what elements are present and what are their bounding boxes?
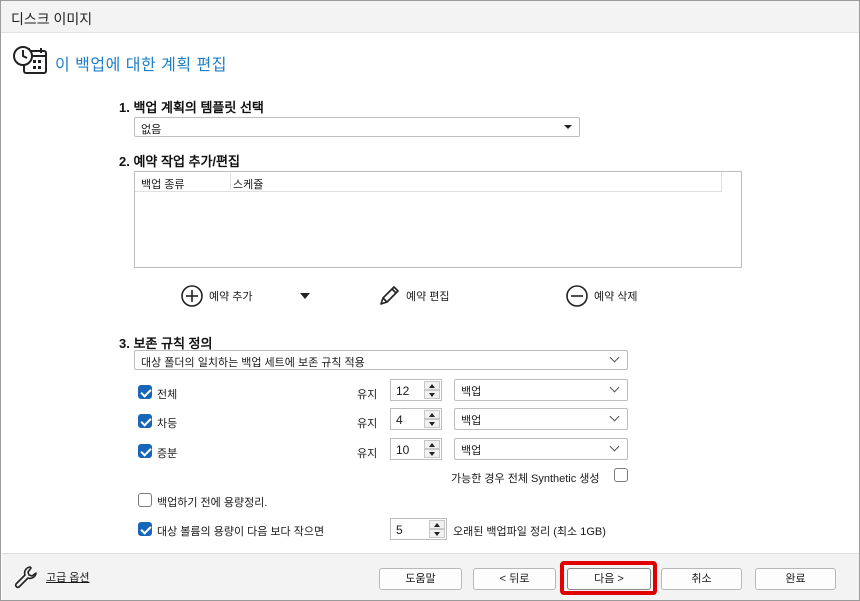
differential-count-value: 4 — [396, 413, 403, 427]
chevron-down-icon — [609, 411, 620, 422]
incremental-backup-checkbox[interactable] — [138, 444, 152, 458]
title-bar: 디스크 이미지 — [1, 1, 859, 33]
incremental-backup-label: 증분 — [157, 448, 178, 460]
chevron-down-icon — [609, 352, 620, 363]
full-count-up-button[interactable] — [424, 381, 440, 390]
differential-backup-checkbox[interactable] — [138, 414, 152, 428]
dropdown-arrow-icon — [564, 125, 572, 129]
page-title: 이 백업에 대한 계획 편집 — [55, 57, 227, 74]
full-backup-label: 전체 — [157, 389, 178, 401]
schedule-list[interactable]: 백업 종류 스케쥴 — [134, 171, 742, 268]
differential-count-up-button[interactable] — [424, 410, 440, 419]
synthetic-full-label: 가능한 경우 전체 Synthetic 생성 — [451, 473, 600, 485]
template-select-value: 없음 — [141, 124, 162, 136]
add-schedule-label: 예약 추가 — [209, 291, 253, 303]
cleanup-before-backup-checkbox[interactable] — [138, 493, 152, 507]
chevron-down-icon — [609, 382, 620, 393]
incremental-count-up-button[interactable] — [424, 440, 440, 449]
volume-threshold-down-button[interactable] — [429, 529, 445, 538]
full-count-down-button[interactable] — [424, 390, 440, 399]
differential-keep-label: 유지 — [357, 418, 378, 430]
delete-schedule-label: 예약 삭제 — [594, 291, 638, 303]
differential-unit-select[interactable]: 백업 — [454, 408, 628, 430]
incremental-count-stepper[interactable]: 10 — [390, 438, 442, 460]
plus-circle-icon — [181, 285, 203, 307]
finish-button[interactable]: 완료 — [755, 568, 836, 590]
full-unit-select[interactable]: 백업 — [454, 379, 628, 401]
incremental-count-value: 10 — [396, 443, 410, 457]
full-count-value: 12 — [396, 384, 410, 398]
chevron-down-icon — [609, 441, 620, 452]
add-schedule-dropdown-icon[interactable] — [300, 293, 310, 299]
column-divider — [230, 174, 231, 190]
full-backup-checkbox[interactable] — [138, 385, 152, 399]
column-divider — [721, 172, 722, 192]
incremental-keep-label: 유지 — [357, 448, 378, 460]
volume-threshold-stepper[interactable]: 5 — [390, 518, 447, 540]
differential-backup-label: 차등 — [157, 418, 178, 430]
schedule-clock-icon — [13, 46, 47, 74]
edit-schedule-button[interactable]: 예약 편집 — [378, 285, 450, 307]
help-button[interactable]: 도움말 — [379, 568, 462, 590]
retention-rule-select[interactable]: 대상 폴더의 일치하는 백업 세트에 보존 규칙 적용 — [134, 350, 628, 370]
cleanup-before-backup-label: 백업하기 전에 용량정리. — [157, 497, 268, 509]
edit-schedule-label: 예약 편집 — [406, 291, 450, 303]
differential-count-stepper[interactable]: 4 — [390, 408, 442, 430]
volume-threshold-value: 5 — [396, 523, 403, 537]
volume-threshold-up-button[interactable] — [429, 520, 445, 529]
add-schedule-button[interactable]: 예약 추가 — [181, 285, 253, 307]
window-title: 디스크 이미지 — [11, 11, 93, 27]
volume-threshold-checkbox[interactable] — [138, 522, 152, 536]
column-schedule[interactable]: 스케쥴 — [233, 176, 263, 192]
incremental-unit-select[interactable]: 백업 — [454, 438, 628, 460]
volume-threshold-suffix: 오래된 백업파일 정리 (최소 1GB) — [453, 526, 606, 538]
differential-count-down-button[interactable] — [424, 419, 440, 428]
disk-image-window: 디스크 이미지 이 백업에 대한 계획 편집 1. 백업 계획의 템플릿 선택 … — [0, 0, 860, 601]
template-select[interactable]: 없음 — [134, 117, 580, 137]
incremental-unit-value: 백업 — [461, 445, 482, 457]
section-2-label: 2. 예약 작업 추가/편집 — [119, 154, 240, 169]
wrench-icon — [14, 566, 37, 589]
pencil-icon — [380, 286, 399, 305]
synthetic-full-checkbox[interactable] — [614, 468, 628, 482]
full-keep-label: 유지 — [357, 389, 378, 401]
advanced-options-link[interactable]: 고급 옵션 — [46, 569, 90, 585]
column-backup-type[interactable]: 백업 종류 — [141, 176, 185, 192]
back-button[interactable]: < 뒤로 — [473, 568, 556, 590]
section-1-label: 1. 백업 계획의 템플릿 선택 — [119, 100, 264, 115]
schedule-list-header: 백업 종류 스케쥴 — [135, 172, 722, 192]
cancel-button[interactable]: 취소 — [661, 568, 742, 590]
full-unit-value: 백업 — [461, 386, 482, 398]
volume-threshold-label: 대상 볼륨의 용량이 다음 보다 작으면 — [157, 526, 325, 538]
minus-circle-icon — [566, 285, 588, 307]
incremental-count-down-button[interactable] — [424, 449, 440, 458]
full-count-stepper[interactable]: 12 — [390, 379, 442, 401]
differential-unit-value: 백업 — [461, 415, 482, 427]
retention-rule-value: 대상 폴더의 일치하는 백업 세트에 보존 규칙 적용 — [141, 357, 365, 369]
delete-schedule-button[interactable]: 예약 삭제 — [566, 285, 638, 307]
next-button-highlight — [560, 561, 657, 595]
